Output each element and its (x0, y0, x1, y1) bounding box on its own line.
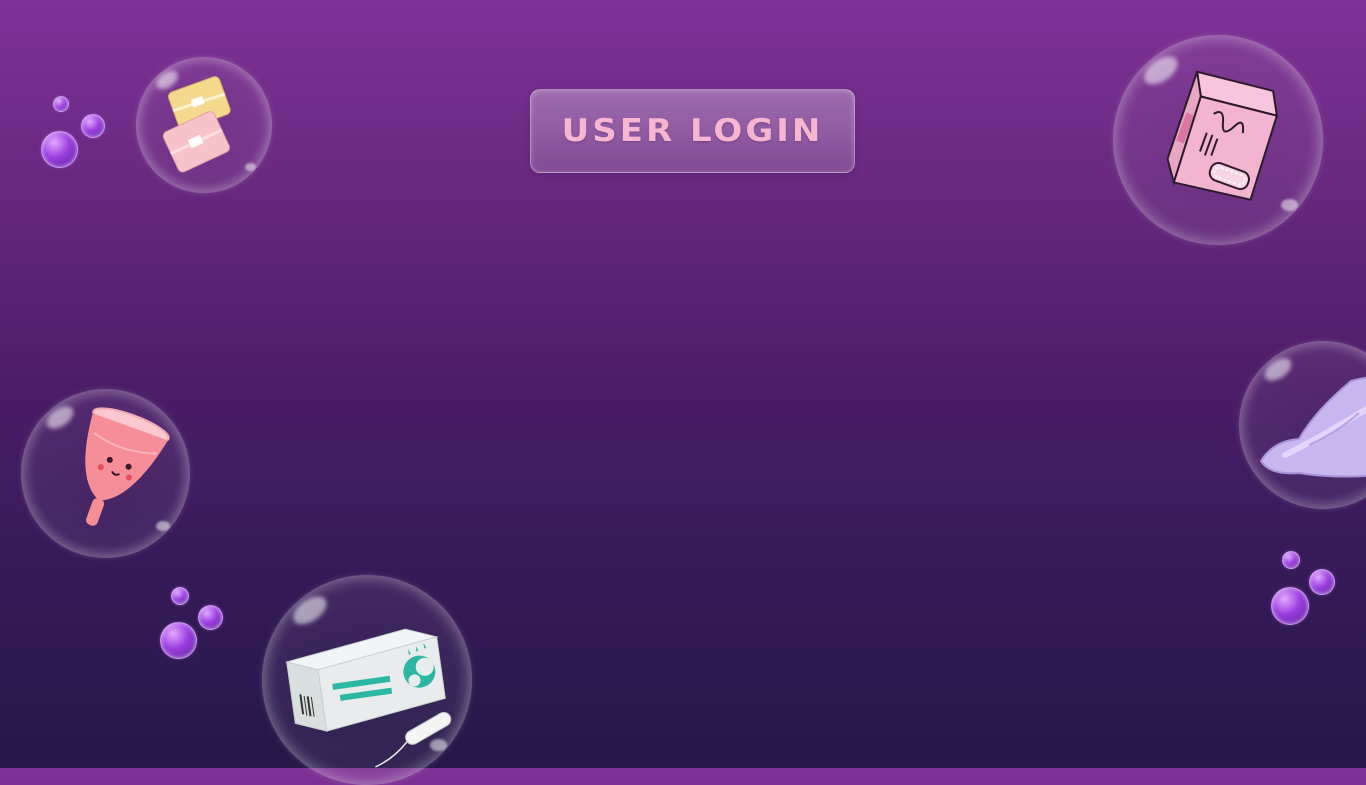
pad-box-bubble (1113, 35, 1323, 245)
mini-bubble (198, 605, 223, 630)
tampon-box-bubble (262, 575, 472, 785)
pad-box-icon (1166, 70, 1279, 201)
mini-bubble (81, 114, 105, 138)
user-login-label: USER LOGIN (561, 112, 824, 150)
mini-bubble (41, 131, 78, 168)
mini-bubble (160, 622, 197, 659)
mini-bubble (1282, 551, 1300, 569)
sanitary-pad-bubble (1239, 341, 1366, 509)
mini-bubble (1309, 569, 1335, 595)
user-login-button[interactable]: USER LOGIN (530, 89, 855, 173)
tampon-box-icon (284, 628, 452, 768)
menstrual-cup-icon (85, 407, 170, 526)
pantyliner-icon (162, 76, 231, 173)
mini-bubble (53, 96, 69, 112)
mini-bubble (1271, 587, 1309, 625)
sanitary-pad-icon (1259, 376, 1366, 478)
mini-bubble (171, 587, 189, 605)
pantyliner-bubble (136, 57, 272, 193)
menstrual-cup-bubble (21, 389, 190, 558)
